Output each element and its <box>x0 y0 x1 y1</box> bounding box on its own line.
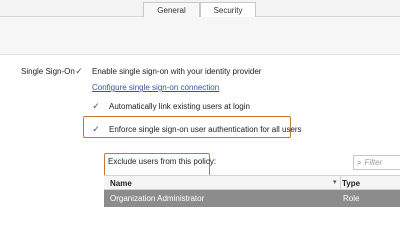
tab-security[interactable]: Security <box>200 2 256 18</box>
table-empty-area <box>104 207 400 220</box>
enforce-sso-checkbox[interactable]: ✓ <box>91 124 101 134</box>
column-divider[interactable] <box>340 176 341 189</box>
row-name-cell: Organization Administrator <box>110 194 205 203</box>
sort-down-icon[interactable]: ▾ <box>333 178 337 186</box>
tab-security-label: Security <box>213 6 243 15</box>
sso-section-label: Single Sign-On <box>21 67 75 76</box>
row-type-cell: Role <box>343 194 360 203</box>
tab-general[interactable]: General <box>143 2 200 17</box>
exclude-users-label: Exclude users from this policy: <box>108 157 217 166</box>
magnifier-icon: ⌕ <box>357 157 362 167</box>
table-row[interactable]: Organization Administrator Role <box>104 190 400 207</box>
configure-sso-link[interactable]: Configure single sign-on connection <box>92 83 219 92</box>
check-icon: ✓ <box>92 124 100 134</box>
check-icon: ✓ <box>92 101 100 111</box>
check-icon: ✓ <box>75 66 83 76</box>
enforce-sso-label: Enforce single sign-on user authenticati… <box>109 125 302 134</box>
panel-header-strip <box>0 17 400 55</box>
tab-general-label: General <box>157 5 186 15</box>
filter-input[interactable]: ⌕ Filter <box>353 155 400 170</box>
enable-sso-checkbox[interactable]: ✓ <box>74 66 84 76</box>
enable-sso-label: Enable single sign-on with your identity… <box>92 67 262 76</box>
filter-placeholder: Filter <box>364 158 383 167</box>
tab-bar: General Security <box>0 0 400 18</box>
column-header-name[interactable]: Name <box>110 179 132 188</box>
exclude-table-header: Name ▾ Type <box>104 175 400 190</box>
auto-link-users-checkbox[interactable]: ✓ <box>91 101 101 111</box>
column-header-type[interactable]: Type <box>342 179 360 188</box>
auto-link-users-label: Automatically link existing users at log… <box>109 102 250 111</box>
